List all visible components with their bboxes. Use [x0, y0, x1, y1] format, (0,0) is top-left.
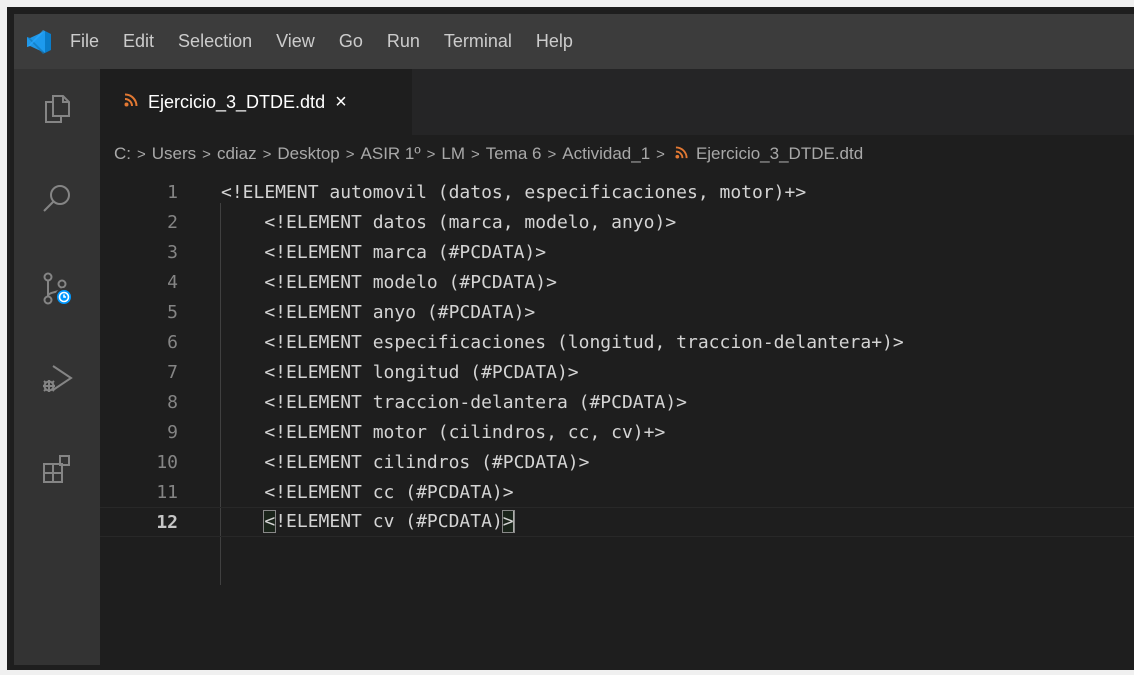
breadcrumb-item[interactable]: Actividad_1 — [562, 144, 650, 164]
code-line: 2 <!ELEMENT datos (marca, modelo, anyo)> — [100, 207, 1134, 237]
code-text: <!ELEMENT automovil (datos, especificaci… — [221, 181, 807, 203]
chevron-right-icon: > — [547, 145, 557, 163]
tab-label: Ejercicio_3_DTDE.dtd — [148, 91, 326, 112]
line-number: 9 — [167, 421, 178, 443]
menu-bar: File Edit Selection View Go Run Terminal… — [64, 14, 585, 69]
chevron-right-icon: > — [426, 145, 436, 163]
code-line: 4 <!ELEMENT modelo (#PCDATA)> — [100, 267, 1134, 297]
line-number: 7 — [167, 361, 178, 383]
breadcrumb-file[interactable]: Ejercicio_3_DTDE.dtd — [671, 144, 863, 164]
code-line: 3 <!ELEMENT marca (#PCDATA)> — [100, 237, 1134, 267]
breadcrumb-file-label: Ejercicio_3_DTDE.dtd — [695, 144, 864, 163]
bracket-match-open: < — [263, 510, 277, 533]
line-number: 1 — [167, 181, 178, 203]
explorer-icon[interactable] — [14, 79, 100, 139]
code-line: 6 <!ELEMENT especificaciones (longitud, … — [100, 327, 1134, 357]
code-line: 9 <!ELEMENT motor (cilindros, cc, cv)+> — [100, 417, 1134, 447]
vscode-logo-icon — [14, 14, 64, 69]
menu-run[interactable]: Run — [375, 14, 432, 69]
code-body: !ELEMENT cv (#PCDATA) — [275, 511, 503, 532]
code-text: <!ELEMENT longitud (#PCDATA)> — [221, 361, 579, 383]
menu-terminal[interactable]: Terminal — [432, 14, 524, 69]
vscode-window: File Edit Selection View Go Run Terminal… — [14, 14, 1134, 665]
chevron-right-icon: > — [137, 145, 146, 163]
chevron-right-icon: > — [656, 145, 665, 163]
code-line: 11 <!ELEMENT cc (#PCDATA)> — [100, 477, 1134, 507]
menu-view[interactable]: View — [264, 14, 327, 69]
code-text: <!ELEMENT cc (#PCDATA)> — [221, 481, 514, 503]
breadcrumb-item[interactable]: cdiaz — [217, 144, 257, 164]
line-number: 4 — [167, 271, 178, 293]
close-icon[interactable]: × — [335, 92, 347, 112]
code-text: <!ELEMENT cilindros (#PCDATA)> — [221, 451, 590, 473]
rss-file-icon — [124, 93, 138, 112]
code-line: 8 <!ELEMENT traccion-delantera (#PCDATA)… — [100, 387, 1134, 417]
code-text: <!ELEMENT datos (marca, modelo, anyo)> — [221, 211, 677, 233]
code-text: <!ELEMENT cv (#PCDATA)> — [221, 510, 515, 533]
run-debug-icon[interactable] — [14, 349, 100, 409]
tab-bar: Ejercicio_3_DTDE.dtd × — [100, 69, 1134, 135]
code-text: <!ELEMENT motor (cilindros, cc, cv)+> — [221, 421, 666, 443]
code-text: <!ELEMENT modelo (#PCDATA)> — [221, 271, 557, 293]
line-number: 10 — [156, 451, 178, 473]
breadcrumb-item[interactable]: Desktop — [277, 144, 339, 164]
code-text: <!ELEMENT traccion-delantera (#PCDATA)> — [221, 391, 687, 413]
extensions-icon[interactable] — [14, 439, 100, 499]
line-number: 12 — [156, 511, 178, 533]
chevron-right-icon: > — [345, 145, 355, 163]
search-icon[interactable] — [14, 169, 100, 229]
line-number: 6 — [167, 331, 178, 353]
breadcrumb-item[interactable]: Tema 6 — [486, 144, 542, 164]
line-number: 3 — [167, 241, 178, 263]
code-line: 7 <!ELEMENT longitud (#PCDATA)> — [100, 357, 1134, 387]
line-number: 2 — [167, 211, 178, 233]
breadcrumb-item[interactable]: Users — [152, 144, 196, 164]
source-control-icon[interactable] — [14, 259, 100, 319]
menu-go[interactable]: Go — [327, 14, 375, 69]
code-text: <!ELEMENT especificaciones (longitud, tr… — [221, 331, 904, 353]
breadcrumb-item[interactable]: ASIR 1º — [361, 144, 421, 164]
window-frame: File Edit Selection View Go Run Terminal… — [0, 0, 1134, 675]
code-text: <!ELEMENT anyo (#PCDATA)> — [221, 301, 536, 323]
menu-edit[interactable]: Edit — [111, 14, 166, 69]
menu-selection[interactable]: Selection — [166, 14, 264, 69]
menu-file[interactable]: File — [64, 14, 111, 69]
current-code-line: 12 <!ELEMENT cv (#PCDATA)> — [100, 507, 1134, 537]
line-number: 8 — [167, 391, 178, 413]
code-line: 10 <!ELEMENT cilindros (#PCDATA)> — [100, 447, 1134, 477]
code-line: 5 <!ELEMENT anyo (#PCDATA)> — [100, 297, 1134, 327]
chevron-right-icon: > — [471, 145, 480, 163]
code-line: 1 <!ELEMENT automovil (datos, especifica… — [100, 177, 1134, 207]
title-bar: File Edit Selection View Go Run Terminal… — [14, 14, 1134, 69]
chevron-right-icon: > — [202, 145, 211, 163]
tab-ejercicio-3-dtde[interactable]: Ejercicio_3_DTDE.dtd × — [100, 69, 412, 135]
code-editor[interactable]: 1 <!ELEMENT automovil (datos, especifica… — [100, 173, 1134, 665]
code-text: <!ELEMENT marca (#PCDATA)> — [221, 241, 547, 263]
breadcrumb-item[interactable]: C: — [114, 144, 131, 164]
rss-file-icon — [675, 144, 688, 164]
breadcrumb-item[interactable]: LM — [441, 144, 465, 164]
line-number: 11 — [156, 481, 178, 503]
breadcrumb: C: > Users > cdiaz > Desktop > ASIR 1º >… — [100, 135, 1134, 173]
text-cursor — [512, 511, 515, 533]
line-number: 5 — [167, 301, 178, 323]
chevron-right-icon: > — [262, 145, 272, 163]
menu-help[interactable]: Help — [524, 14, 585, 69]
activity-bar — [14, 69, 100, 665]
